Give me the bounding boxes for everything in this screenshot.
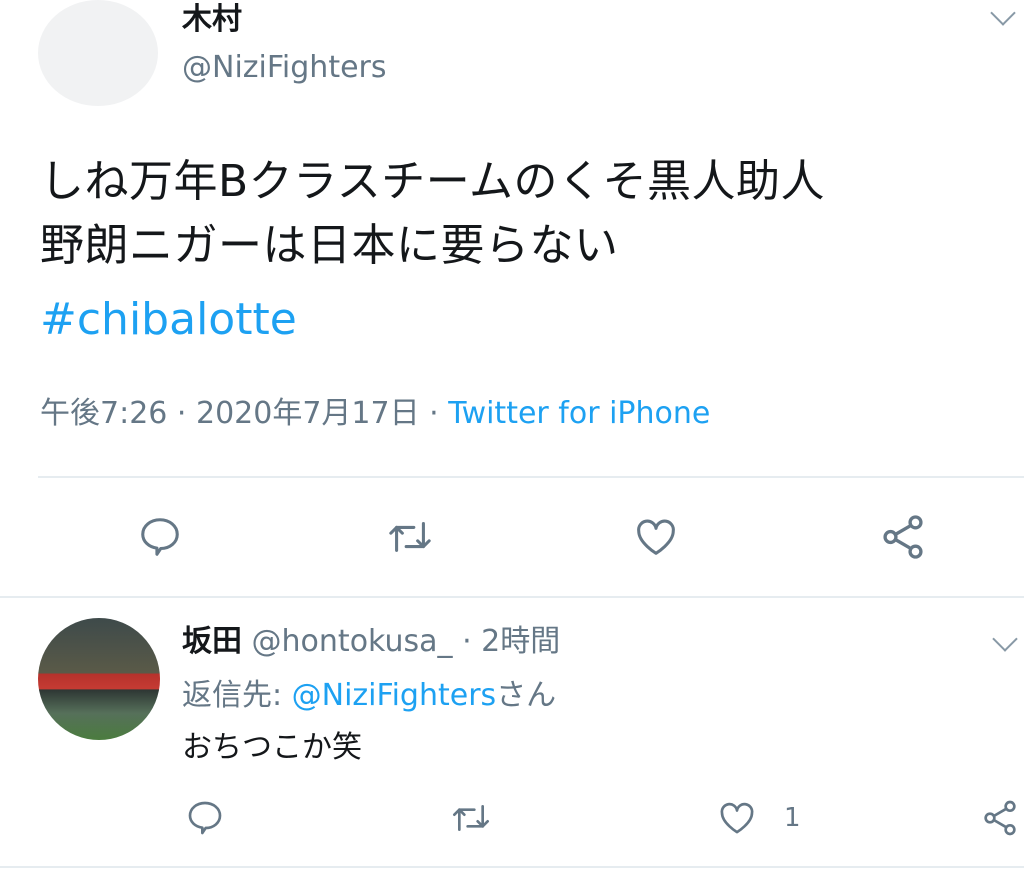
avatar[interactable] xyxy=(38,618,160,740)
share-button[interactable] xyxy=(878,512,928,562)
like-button[interactable] xyxy=(632,514,680,560)
share-icon xyxy=(984,800,1016,836)
tweet-source-link[interactable]: Twitter for iPhone xyxy=(448,396,710,431)
heart-icon xyxy=(720,802,754,834)
chevron-down-icon[interactable] xyxy=(990,0,1016,26)
tweet-text: おちつこか笑 xyxy=(182,730,362,765)
meta-separator: · xyxy=(167,396,196,431)
share-icon xyxy=(883,515,923,559)
divider xyxy=(38,476,1024,478)
reply-header: 坂田 @hontokusa_ · 2時間 xyxy=(182,622,560,662)
tweet-text-line: しね万年Bクラスチームのくそ黒人助人 xyxy=(40,156,825,207)
reply-to-suffix: さん xyxy=(496,678,557,713)
like-count: 1 xyxy=(784,803,801,833)
mention-link[interactable]: @NiziFighters xyxy=(292,678,497,713)
like-button[interactable] xyxy=(716,798,758,838)
author-name[interactable]: 木村 xyxy=(182,2,242,38)
tweet-time: 2時間 xyxy=(481,624,561,659)
heart-icon xyxy=(637,519,675,555)
divider xyxy=(0,866,1024,868)
avatar[interactable] xyxy=(38,0,158,106)
reply-icon xyxy=(141,518,179,556)
author-handle[interactable]: @hontokusa_ xyxy=(252,624,453,659)
tweet-text-line: 野朗ニガーは日本に要らない xyxy=(40,220,619,271)
retweet-icon xyxy=(453,805,489,831)
reply-button[interactable] xyxy=(136,514,184,560)
reply-icon xyxy=(188,801,222,835)
retweet-button[interactable] xyxy=(448,798,494,838)
tweet-date: 2020年7月17日 xyxy=(195,396,420,431)
author-handle[interactable]: @NiziFighters xyxy=(182,50,387,86)
retweet-icon xyxy=(389,522,431,552)
retweet-button[interactable] xyxy=(384,514,436,560)
reply-to: 返信先: @NiziFightersさん xyxy=(182,676,556,716)
reply-button[interactable] xyxy=(184,798,226,838)
tweet-text: しね万年Bクラスチームのくそ黒人助人 野朗ニガーは日本に要らない xyxy=(40,150,825,278)
tweet-time: 午後7:26 xyxy=(40,396,168,431)
hashtag-link[interactable]: #chibalotte xyxy=(40,290,297,350)
share-button[interactable] xyxy=(980,796,1020,840)
divider xyxy=(0,596,1024,598)
reply-to-label: 返信先: xyxy=(182,678,292,713)
meta-separator: · xyxy=(452,624,482,659)
meta-separator: · xyxy=(419,396,449,431)
author-name[interactable]: 坂田 xyxy=(182,624,242,659)
chevron-down-icon[interactable] xyxy=(992,626,1018,652)
tweet-meta: 午後7:26 · 2020年7月17日 · Twitter for iPhone xyxy=(40,392,710,436)
